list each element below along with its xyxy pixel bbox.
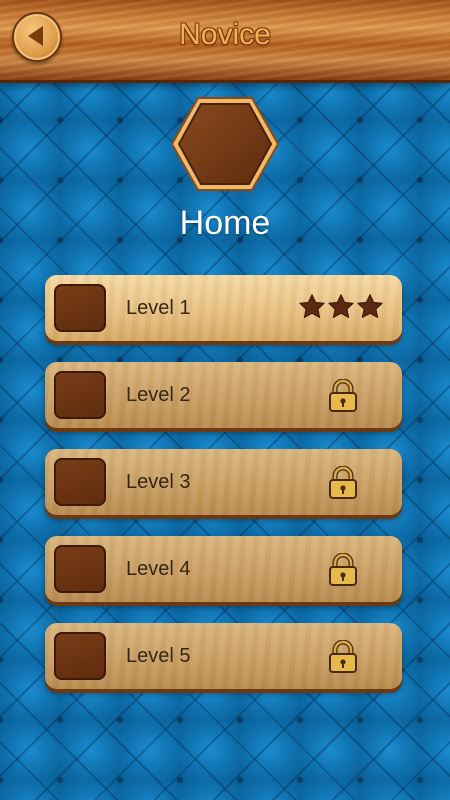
level-label: Level 4 <box>126 558 191 580</box>
pack-hexagon-icon <box>170 96 280 192</box>
level-item-5[interactable]: Level 5 <box>45 623 402 689</box>
level-thumbnail <box>54 371 106 419</box>
level-item-3[interactable]: Level 3 <box>45 449 402 515</box>
level-thumbnail <box>54 632 106 680</box>
level-label: Level 5 <box>126 645 191 667</box>
level-thumbnail <box>54 545 106 593</box>
level-label: Level 3 <box>126 471 191 493</box>
level-stars <box>298 293 384 321</box>
level-item-4[interactable]: Level 4 <box>45 536 402 602</box>
level-item-2[interactable]: Level 2 <box>45 362 402 428</box>
star-icon <box>357 294 383 318</box>
pack-name: Home <box>179 204 271 242</box>
lock-icon <box>329 640 357 673</box>
level-item-1[interactable]: Level 1 <box>45 275 402 341</box>
level-label: Level 1 <box>126 297 191 319</box>
level-list: Level 1 Level 2 Level 3 Level 4 Level 5 <box>45 275 402 710</box>
top-bar: Novice <box>0 0 450 80</box>
level-label: Level 2 <box>126 384 191 406</box>
lock-icon <box>329 553 357 586</box>
lock-icon <box>329 379 357 412</box>
star-icon <box>299 294 325 318</box>
star-icon <box>328 294 354 318</box>
page-title: Novice <box>179 18 271 51</box>
level-thumbnail <box>54 284 106 332</box>
level-thumbnail <box>54 458 106 506</box>
lock-icon <box>329 466 357 499</box>
